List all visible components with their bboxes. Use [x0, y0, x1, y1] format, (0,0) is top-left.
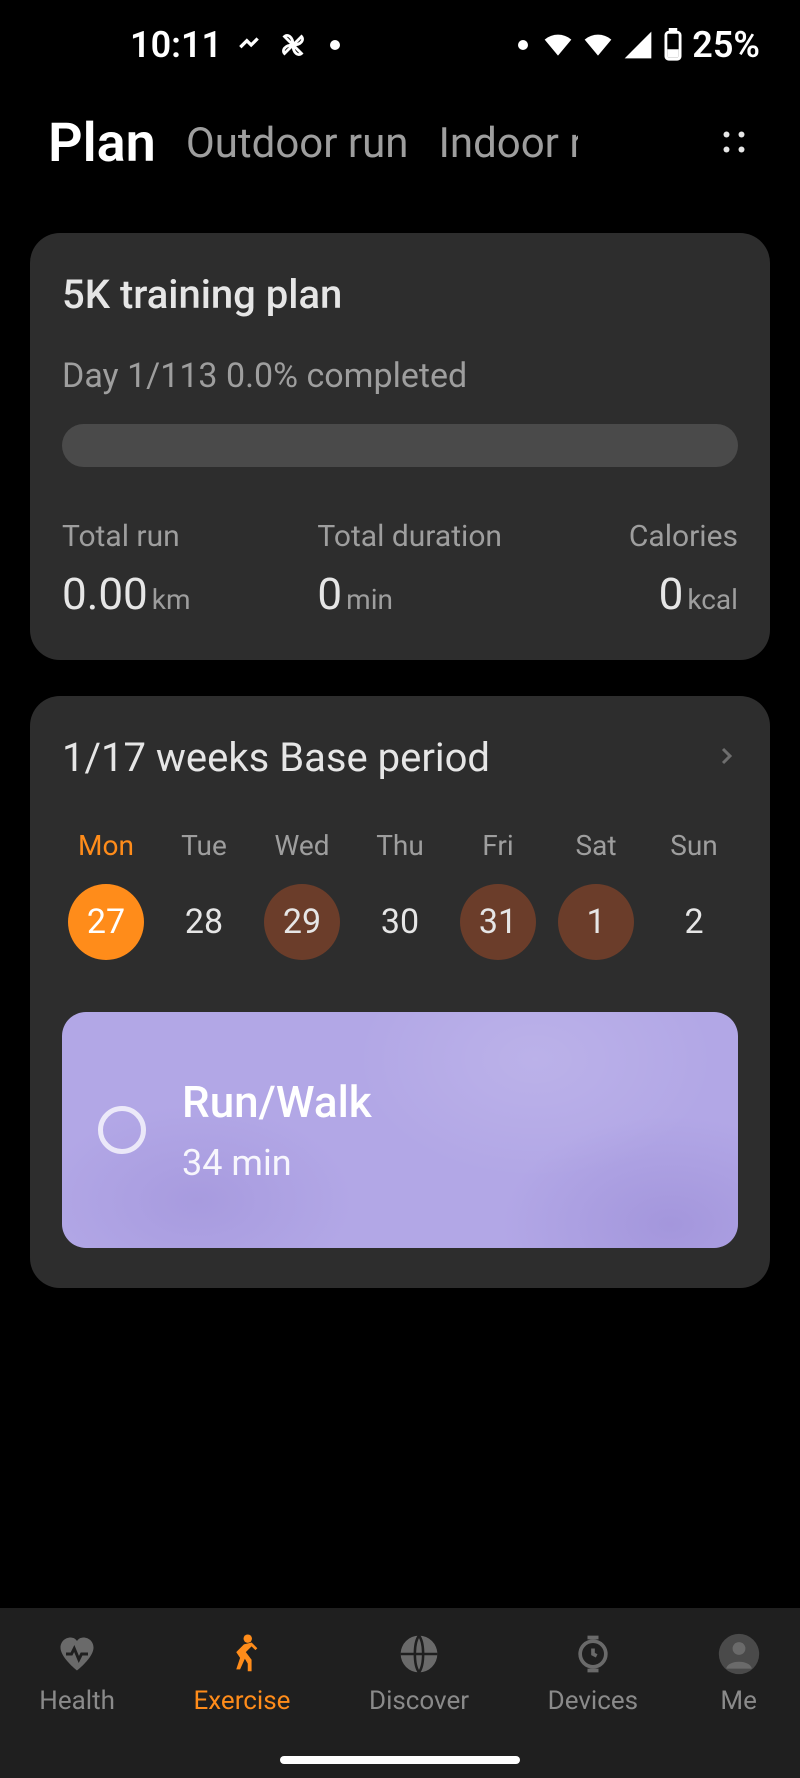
- tab-outdoor-run[interactable]: Outdoor run: [186, 119, 409, 168]
- nav-devices[interactable]: Devices: [548, 1632, 638, 1716]
- day-label: Tue: [181, 829, 227, 862]
- day-number: 1: [558, 884, 634, 960]
- battery-percent: 25%: [692, 24, 760, 66]
- day-tue[interactable]: Tue 28: [164, 829, 244, 960]
- pinwheel-icon: [276, 28, 310, 62]
- days-row: Mon 27 Tue 28 Wed 29 Thu 30 Fri 31 Sat 1: [62, 829, 738, 960]
- day-number: 31: [460, 884, 536, 960]
- day-number: 27: [68, 884, 144, 960]
- stat-label: Total run: [62, 519, 191, 554]
- nav-label: Me: [720, 1686, 757, 1716]
- day-label: Wed: [274, 829, 329, 862]
- globe-icon: [397, 1632, 441, 1676]
- runner-icon: [219, 1632, 265, 1676]
- exercise-tabs: Plan Outdoor run Indoor r: [0, 90, 800, 197]
- week-schedule-card: 1/17 weeks Base period Mon 27 Tue 28 Wed…: [30, 696, 770, 1288]
- home-indicator[interactable]: [280, 1756, 520, 1764]
- plan-progress-text: Day 1/113 0.0% completed: [62, 356, 738, 396]
- stat-label: Total duration: [317, 519, 502, 554]
- day-label: Sun: [670, 829, 718, 862]
- nav-health[interactable]: Health: [39, 1632, 115, 1716]
- day-label: Thu: [376, 829, 424, 862]
- status-time: 10:11: [130, 24, 222, 66]
- workout-tile[interactable]: Run/Walk 34 min: [62, 1012, 738, 1248]
- dot-icon: [518, 40, 528, 50]
- dot-icon: [330, 40, 340, 50]
- day-number: 28: [166, 884, 242, 960]
- day-number: 29: [264, 884, 340, 960]
- day-wed[interactable]: Wed 29: [262, 829, 342, 960]
- heart-icon: [55, 1632, 99, 1676]
- stat-unit: kcal: [687, 583, 738, 616]
- nav-label: Health: [39, 1686, 115, 1716]
- watch-icon: [571, 1632, 615, 1676]
- nav-label: Discover: [369, 1686, 469, 1716]
- stat-unit: km: [152, 583, 191, 616]
- plan-title: 5K training plan: [62, 271, 738, 318]
- stat-total-duration: Total duration 0 min: [317, 519, 502, 620]
- nav-me[interactable]: Me: [717, 1632, 761, 1716]
- wifi-icon: [542, 29, 574, 61]
- training-plan-card[interactable]: 5K training plan Day 1/113 0.0% complete…: [30, 233, 770, 660]
- more-menu-icon[interactable]: [716, 124, 760, 164]
- stat-value: 0.00: [62, 568, 148, 620]
- bottom-nav: Health Exercise Discover Devices Me: [0, 1608, 800, 1778]
- tab-plan[interactable]: Plan: [48, 112, 156, 175]
- fitness-icon: [236, 32, 262, 58]
- status-bar: 10:11 25%: [0, 0, 800, 90]
- day-number: 30: [362, 884, 438, 960]
- nav-discover[interactable]: Discover: [369, 1632, 469, 1716]
- day-label: Mon: [78, 829, 134, 862]
- stat-unit: min: [346, 583, 393, 616]
- day-fri[interactable]: Fri 31: [458, 829, 538, 960]
- plan-progress-bar: [62, 424, 738, 467]
- day-label: Fri: [482, 829, 513, 862]
- week-title: 1/17 weeks Base period: [62, 734, 490, 781]
- status-left: 10:11: [130, 24, 340, 66]
- chevron-right-icon: [714, 744, 738, 772]
- nav-label: Devices: [548, 1686, 638, 1716]
- signal-icon: [622, 29, 654, 61]
- stat-calories: Calories 0 kcal: [629, 519, 738, 620]
- status-right: 25%: [518, 24, 760, 66]
- battery-icon: [662, 28, 684, 62]
- day-thu[interactable]: Thu 30: [360, 829, 440, 960]
- plan-stats: Total run 0.00 km Total duration 0 min C…: [62, 519, 738, 620]
- workout-title: Run/Walk: [182, 1076, 372, 1128]
- nav-label: Exercise: [194, 1686, 291, 1716]
- workout-status-icon: [98, 1106, 146, 1154]
- day-sat[interactable]: Sat 1: [556, 829, 636, 960]
- wifi-icon: [582, 29, 614, 61]
- stat-total-run: Total run 0.00 km: [62, 519, 191, 620]
- workout-duration: 34 min: [182, 1142, 372, 1184]
- day-number: 2: [656, 884, 732, 960]
- day-sun[interactable]: Sun 2: [654, 829, 734, 960]
- nav-exercise[interactable]: Exercise: [194, 1632, 291, 1716]
- stat-value: 0: [659, 568, 684, 620]
- stat-value: 0: [317, 568, 342, 620]
- user-icon: [717, 1632, 761, 1676]
- day-mon[interactable]: Mon 27: [66, 829, 146, 960]
- day-label: Sat: [575, 829, 616, 862]
- tab-indoor-run[interactable]: Indoor r: [438, 119, 578, 168]
- week-header[interactable]: 1/17 weeks Base period: [62, 734, 738, 781]
- stat-label: Calories: [629, 519, 738, 554]
